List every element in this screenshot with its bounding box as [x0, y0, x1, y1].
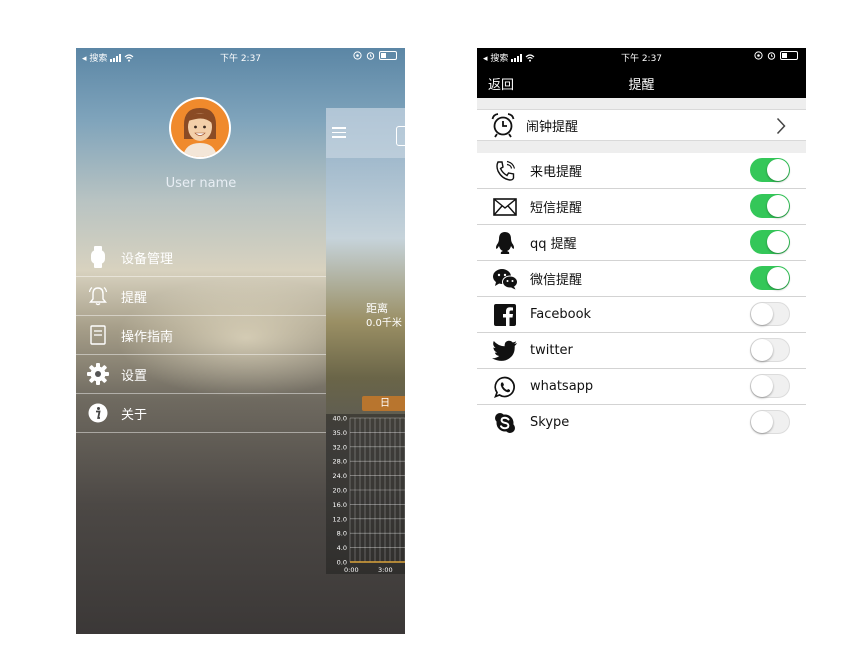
alarm-status-icon: [767, 52, 776, 60]
chart-y-tick-label: 8.0: [337, 530, 347, 538]
menu-item-settings[interactable]: 设置: [76, 355, 326, 394]
battery-icon: [780, 51, 798, 60]
wechat-icon: [492, 266, 518, 292]
menu-item-guide[interactable]: 操作指南: [76, 316, 326, 355]
facebook-reminder-toggle[interactable]: [750, 302, 790, 326]
qq-icon: [492, 230, 518, 256]
wechat-reminder-toggle[interactable]: [750, 266, 790, 290]
reminder-row-sms: 短信提醒: [477, 189, 806, 225]
reminder-row-skype: Skype: [477, 405, 806, 440]
facebook-icon: [492, 302, 518, 328]
envelope-icon: [492, 194, 518, 220]
reminder-label: 微信提醒: [530, 273, 583, 288]
status-bar: ◂ 搜索 下午 2:37: [477, 48, 806, 66]
side-menu: 设备管理 提醒 操作指南 设置 关于: [76, 238, 326, 433]
chart-x-tick-label: 0:00: [344, 566, 359, 574]
menu-item-reminder[interactable]: 提醒: [76, 277, 326, 316]
reminder-label: 来电提醒: [530, 165, 583, 180]
bell-icon: [87, 285, 109, 307]
section-gap: [477, 98, 806, 109]
menu-list-icon[interactable]: [332, 127, 346, 139]
alarm-clock-icon: [491, 113, 515, 138]
menu-item-label: 操作指南: [121, 329, 174, 345]
watch-icon: [87, 246, 109, 268]
reminder-label: qq 提醒: [530, 237, 577, 252]
reminder-label: Facebook: [530, 307, 592, 322]
chart-y-tick-label: 16.0: [333, 501, 347, 509]
reminder-list: 来电提醒 短信提醒 qq 提醒 微信提醒 Facebook twitter wh…: [477, 153, 806, 440]
reminder-label: 短信提醒: [530, 201, 583, 216]
chart-y-tick-label: 24.0: [333, 472, 347, 480]
skype-icon: [492, 410, 518, 436]
reminder-row-twitter: twitter: [477, 333, 806, 369]
avatar-face-icon: [183, 108, 217, 157]
chart-y-tick-label: 40.0: [333, 415, 347, 423]
guide-book-icon: [87, 324, 109, 346]
reminder-row-whatsapp: whatsapp: [477, 369, 806, 405]
status-bar: ◂ 搜索 下午 2:37: [76, 48, 405, 66]
twitter-icon: [492, 338, 518, 364]
location-lock-icon: [754, 51, 763, 60]
chart-y-tick-label: 12.0: [333, 515, 347, 523]
menu-item-label: 设备管理: [121, 251, 174, 267]
sms-reminder-toggle[interactable]: [750, 194, 790, 218]
twitter-reminder-toggle[interactable]: [750, 338, 790, 362]
info-icon: [87, 402, 109, 424]
distance-value: 0.0千米: [366, 318, 402, 329]
whatsapp-icon: [492, 374, 518, 400]
user-avatar[interactable]: [169, 97, 231, 159]
user-name-label[interactable]: User name: [76, 176, 326, 191]
nav-bar: 返回 提醒: [477, 66, 806, 98]
menu-item-label: 提醒: [121, 290, 148, 306]
reminder-label: twitter: [530, 343, 573, 358]
phone-icon: [492, 158, 518, 184]
header-tab-icon[interactable]: [396, 126, 405, 146]
menu-item-label: 设置: [121, 368, 148, 384]
reminder-label: Skype: [530, 415, 570, 430]
reminder-label: whatsapp: [530, 379, 594, 394]
location-lock-icon: [353, 51, 362, 60]
left-phone-screen: ◂ 搜索 下午 2:37 User name 设备管理 提醒 操作指南 设置 关…: [76, 48, 405, 634]
section-gap: [477, 141, 806, 153]
right-phone-screen: ◂ 搜索 下午 2:37 返回 提醒 闹钟提醒 来电提醒 短信提醒 qq 提醒 …: [477, 48, 806, 440]
main-screen-glimpse[interactable]: 距离 0.0千米 日 40.0 35.0 32.0 28.0 24.0 20.0 16.0 1…: [326, 108, 405, 574]
menu-item-about[interactable]: 关于: [76, 394, 326, 433]
period-tab-day[interactable]: 日: [362, 396, 405, 411]
call-reminder-toggle[interactable]: [750, 158, 790, 182]
alarm-reminder-label: 闹钟提醒: [526, 119, 579, 135]
activity-chart: 40.035.032.028.024.020.016.012.08.04.00.…: [326, 414, 405, 574]
alarm-reminder-row[interactable]: 闹钟提醒: [477, 109, 806, 141]
chart-y-tick-label: 28.0: [333, 458, 347, 466]
page-title: 提醒: [628, 78, 655, 93]
main-header: [326, 108, 405, 158]
chevron-right-icon: [776, 117, 786, 135]
qq-reminder-toggle[interactable]: [750, 230, 790, 254]
chart-y-tick-label: 35.0: [333, 429, 347, 437]
alarm-status-icon: [366, 52, 375, 60]
reminder-row-wechat: 微信提醒: [477, 261, 806, 297]
reminder-row-call: 来电提醒: [477, 153, 806, 189]
gear-icon: [87, 363, 109, 385]
reminder-row-qq: qq 提醒: [477, 225, 806, 261]
chart-y-tick-label: 32.0: [333, 443, 347, 451]
chart-x-tick-label: 3:00: [378, 566, 393, 574]
menu-item-device-management[interactable]: 设备管理: [76, 238, 326, 277]
chart-y-tick-label: 4.0: [337, 544, 347, 552]
whatsapp-reminder-toggle[interactable]: [750, 374, 790, 398]
reminder-row-facebook: Facebook: [477, 297, 806, 333]
menu-item-label: 关于: [121, 407, 148, 423]
chart-y-tick-label: 20.0: [333, 487, 347, 495]
skype-reminder-toggle[interactable]: [750, 410, 790, 434]
battery-icon: [379, 51, 397, 60]
